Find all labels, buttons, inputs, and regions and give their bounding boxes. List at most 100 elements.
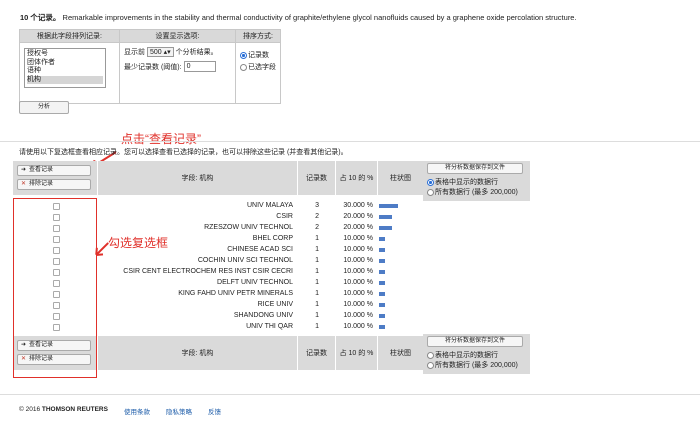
col-pct-footer: 占 10 的 % (335, 336, 377, 370)
instructions: 请使用以下复选框查看相应记录。您可以选择查看已选择的记录，也可以排除这些记录 (… (19, 149, 348, 156)
col-pct-header: 占 10 的 % (335, 161, 377, 195)
row-bar (379, 259, 385, 263)
analysis-options-table: 根据此字段排列记录: 设置显示选项: 排序方式: 授权号 团体作者 语种 机构 显示前… (19, 29, 281, 104)
sort-header: 排序方式: (235, 29, 281, 43)
row-org-name: UNIV MALAYA (246, 202, 293, 209)
row-bar (379, 204, 398, 208)
row-count: 1 (315, 246, 319, 253)
row-count: 1 (315, 268, 319, 275)
sort-by-field-radio[interactable]: 已选字段 (240, 62, 276, 72)
row-org-name: UNIV THI QAR (246, 323, 293, 330)
row-percent: 10.000 % (343, 312, 373, 319)
export-panel-top: 将分析数据保存到文件 表格中显示的数据行 所有数据行 (最多 200,000) (423, 161, 530, 201)
min-records-label: 最少记录数 (阈值): (124, 63, 182, 71)
row-percent: 20.000 % (343, 213, 373, 220)
row-org-name: RZESZOW UNIV TECHNOL (204, 224, 293, 231)
radio-icon (240, 63, 247, 71)
row-bar (379, 292, 385, 296)
exclude-records-button-top[interactable]: ✕ 排除记录 (17, 179, 91, 190)
display-options-header: 设置显示选项: (119, 29, 236, 43)
result-summary: 10 个记录。 Remarkable improvements in the s… (20, 12, 577, 23)
col-count-header: 记录数 (297, 161, 335, 195)
footer-divider (0, 394, 700, 395)
record-count: 10 个记录。 (20, 13, 61, 22)
row-bar (379, 215, 392, 219)
results-header-top: ➜ 查看记录 ✕ 排除记录 字段: 机构 记录数 占 10 的 % 柱状图 (13, 161, 423, 195)
save-analysis-button-bottom[interactable]: 将分析数据保存到文件 (427, 336, 523, 347)
arrow-right-icon: ➜ (21, 167, 27, 173)
rank-field-header: 根据此字段排列记录: (19, 29, 120, 43)
row-org-name: SHANDONG UNIV (233, 312, 293, 319)
row-count: 2 (315, 213, 319, 220)
row-bar (379, 325, 385, 329)
query-title: Remarkable improvements in the stability… (62, 13, 577, 22)
row-org-name: RICE UNIV (257, 301, 293, 308)
row-percent: 30.000 % (343, 202, 373, 209)
row-org-name: KING FAHD UNIV PETR MINERALS (178, 290, 293, 297)
export-option-shown-bottom[interactable]: 表格中显示的数据行 (427, 350, 498, 360)
row-percent: 10.000 % (343, 257, 373, 264)
row-percent: 20.000 % (343, 224, 373, 231)
privacy-link[interactable]: 隐私策略 (166, 406, 192, 416)
col-bar-footer: 柱状图 (377, 336, 423, 370)
copyright: © 2016 (19, 406, 41, 413)
row-bar (379, 248, 385, 252)
row-count: 1 (315, 301, 319, 308)
row-count: 1 (315, 235, 319, 242)
field-listbox[interactable]: 授权号 团体作者 语种 机构 (24, 48, 106, 88)
field-option[interactable]: 语种 (27, 67, 103, 76)
row-count: 3 (315, 202, 319, 209)
feedback-link[interactable]: 反馈 (208, 406, 221, 416)
export-option-all-top[interactable]: 所有数据行 (最多 200,000) (427, 187, 518, 197)
show-suffix: 个分析结果。 (175, 49, 218, 56)
row-org-name: DELFT UNIV TECHNOL (217, 279, 293, 286)
annotation-check-boxes: 勾选复选框 (108, 236, 169, 250)
close-icon: ✕ (21, 181, 27, 187)
terms-link[interactable]: 使用条款 (124, 406, 150, 416)
radio-selected-icon (240, 51, 247, 59)
export-panel-bottom: 将分析数据保存到文件 表格中显示的数据行 所有数据行 (最多 200,000) (423, 334, 530, 374)
section-divider (0, 141, 700, 142)
row-percent: 10.000 % (343, 279, 373, 286)
col-count-footer: 记录数 (297, 336, 335, 370)
radio-icon (427, 351, 434, 359)
row-count: 1 (315, 312, 319, 319)
min-records-input[interactable]: 0 (183, 61, 216, 72)
row-bar (379, 270, 385, 274)
row-bar (379, 237, 385, 241)
checkbox-highlight-box (13, 198, 97, 378)
row-percent: 10.000 % (343, 246, 373, 253)
col-bar-header: 柱状图 (377, 161, 423, 195)
show-count-select[interactable]: 500 ▴▾ (147, 47, 174, 57)
export-option-all-bottom[interactable]: 所有数据行 (最多 200,000) (427, 360, 518, 370)
row-org-name: CSIR CENT ELECTROCHEM RES INST CSIR CECR… (123, 268, 293, 275)
annotation-view-records: 点击“查看记录” (121, 132, 201, 146)
row-bar (379, 314, 385, 318)
analyze-button[interactable]: 分析 (19, 101, 69, 114)
row-count: 2 (315, 224, 319, 231)
row-percent: 10.000 % (343, 290, 373, 297)
view-records-button-top[interactable]: ➜ 查看记录 (17, 165, 91, 176)
row-percent: 10.000 % (343, 323, 373, 330)
field-option[interactable]: 团体作者 (27, 59, 103, 68)
row-count: 1 (315, 323, 319, 330)
row-bar (379, 303, 385, 307)
save-analysis-button-top[interactable]: 将分析数据保存到文件 (427, 163, 523, 174)
row-count: 1 (315, 290, 319, 297)
row-org-name: COCHIN UNIV SCI TECHNOL (197, 257, 293, 264)
row-percent: 10.000 % (343, 301, 373, 308)
col-field-footer: 字段: 机构 (97, 336, 297, 370)
radio-icon (427, 361, 434, 369)
show-prefix: 显示前 (124, 49, 145, 56)
row-percent: 10.000 % (343, 235, 373, 242)
row-count: 1 (315, 279, 319, 286)
field-option[interactable]: 授权号 (27, 50, 103, 59)
radio-selected-icon (427, 178, 434, 186)
footer: © 2016 THOMSON REUTERS 使用条款 隐私策略 反馈 (19, 406, 221, 416)
row-bar (379, 281, 385, 285)
row-count: 1 (315, 257, 319, 264)
export-option-shown-top[interactable]: 表格中显示的数据行 (427, 177, 498, 187)
field-option[interactable]: 机构 (27, 75, 103, 84)
sort-by-count-radio[interactable]: 记录数 (240, 50, 276, 60)
radio-icon (427, 188, 434, 196)
